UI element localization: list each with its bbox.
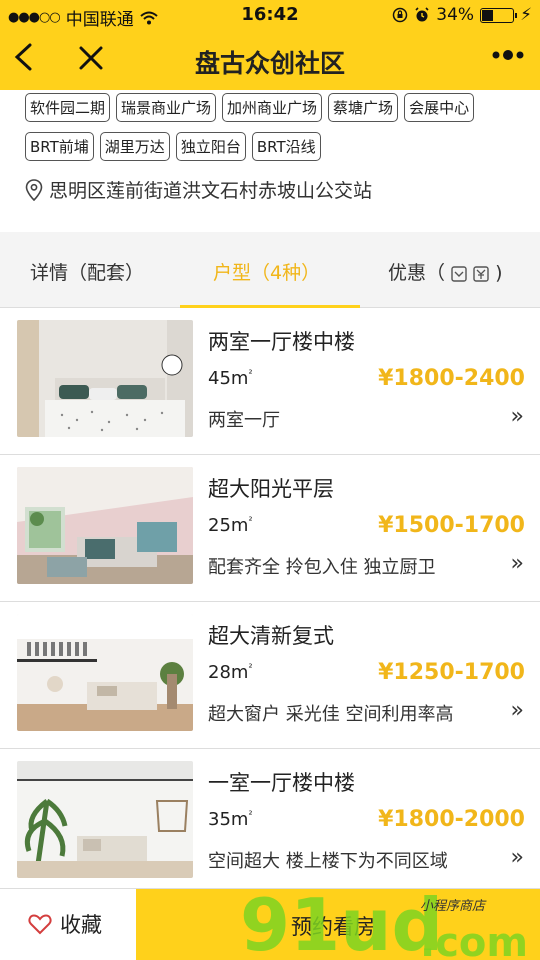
heart-icon (28, 914, 52, 935)
tag-list-row-1: 软件园二期 瑞景商业广场 加州商业广场 蔡塘广场 会展中心 (25, 93, 475, 122)
room-description: 配套齐全 拎包入住 独立厨卫 (208, 557, 436, 578)
tag: 会展中心 (404, 93, 475, 122)
tag: 加州商业广场 (222, 93, 323, 122)
rotation-lock-icon (393, 7, 408, 23)
chevron-double-right-icon: » (510, 404, 524, 429)
tag: 蔡塘广场 (328, 93, 399, 122)
coupon-icon (451, 265, 467, 282)
tag-list-row-2: BRT前埔 湖里万达 独立阳台 BRT沿线 (25, 132, 321, 161)
more-dots-icon (492, 50, 524, 60)
chevron-double-right-icon: » (510, 698, 524, 723)
room-type-item[interactable]: 超大阳光平层 25m² ¥1500-1700 配套齐全 拎包入住 独立厨卫 » (0, 455, 540, 602)
tab-details[interactable]: 详情（配套） (30, 258, 144, 285)
tag: BRT沿线 (251, 132, 321, 161)
book-viewing-label: 预约看房 (291, 915, 375, 939)
room-photo (17, 761, 193, 878)
tag: BRT前埔 (25, 132, 94, 161)
tab-offers[interactable]: 优惠（ ) (388, 258, 503, 285)
room-price: ¥1800-2000 (378, 807, 525, 832)
tab-bar: 详情（配套） 户型（4种） 优惠（ ) (0, 232, 540, 308)
alarm-icon (415, 7, 429, 22)
room-area: 45m² (208, 368, 253, 389)
room-type-item[interactable]: 超大清新复式 28m² ¥1250-1700 超大窗户 采光佳 空间利用率高 » (0, 602, 540, 749)
offer-icons (451, 265, 489, 282)
tab-offers-close: ) (495, 262, 503, 284)
location-info: 软件园二期 瑞景商业广场 加州商业广场 蔡塘广场 会展中心 BRT前埔 湖里万达… (0, 90, 540, 232)
room-photo (17, 320, 193, 437)
battery-icon (480, 7, 518, 23)
address[interactable]: 思明区莲前街道洪文石村赤坡山公交站 (25, 176, 372, 203)
more-options-button[interactable] (490, 42, 526, 72)
chevron-double-right-icon: » (510, 551, 524, 576)
page-title: 盘古众创社区 (194, 49, 345, 78)
address-text: 思明区莲前街道洪文石村赤坡山公交站 (49, 180, 373, 202)
favorite-label: 收藏 (60, 913, 102, 937)
location-pin-icon (25, 178, 43, 201)
status-bar: ●●●○○ 中国联通 16:42 34% ⚡ (0, 0, 540, 30)
room-area: 25m² (208, 515, 253, 536)
room-type-name: 一室一厅楼中楼 (208, 771, 355, 795)
room-type-item[interactable]: 一室一厅楼中楼 35m² ¥1800-2000 空间超大 楼上楼下为不同区域 » (0, 749, 540, 896)
tag: 独立阳台 (175, 132, 246, 161)
favorite-button[interactable]: 收藏 (28, 909, 102, 939)
tab-units[interactable]: 户型（4种） (213, 258, 320, 285)
bottom-action-bar: 收藏 预约看房 (0, 888, 540, 960)
room-description: 两室一厅 (208, 410, 280, 431)
room-area: 35m² (208, 809, 253, 830)
room-type-item[interactable]: 两室一厅楼中楼 45m² ¥1800-2400 两室一厅 » (0, 308, 540, 455)
room-type-name: 超大清新复式 (208, 624, 334, 648)
room-area: 28m² (208, 662, 253, 683)
nav-bar: 盘古众创社区 (0, 30, 540, 90)
room-description: 超大窗户 采光佳 空间利用率高 (208, 704, 454, 725)
book-viewing-button[interactable]: 预约看房 (136, 889, 540, 960)
room-price: ¥1800-2400 (378, 366, 525, 391)
room-photo (17, 614, 193, 731)
room-description: 空间超大 楼上楼下为不同区域 (208, 851, 448, 872)
tab-offers-label: 优惠（ (388, 262, 446, 284)
room-price: ¥1250-1700 (378, 660, 525, 685)
charging-icon: ⚡ (520, 5, 532, 25)
room-type-name: 两室一厅楼中楼 (208, 330, 355, 354)
tag: 软件园二期 (25, 93, 111, 122)
gift-icon (473, 265, 489, 282)
battery-percent: 34% (436, 5, 475, 25)
tag: 瑞景商业广场 (116, 93, 217, 122)
room-price: ¥1500-1700 (378, 513, 525, 538)
room-type-list: 两室一厅楼中楼 45m² ¥1800-2400 两室一厅 » 超大阳光平层 25… (0, 308, 540, 896)
room-photo (17, 467, 193, 584)
room-type-name: 超大阳光平层 (208, 477, 334, 501)
chevron-double-right-icon: » (510, 845, 524, 870)
tag: 湖里万达 (99, 132, 170, 161)
